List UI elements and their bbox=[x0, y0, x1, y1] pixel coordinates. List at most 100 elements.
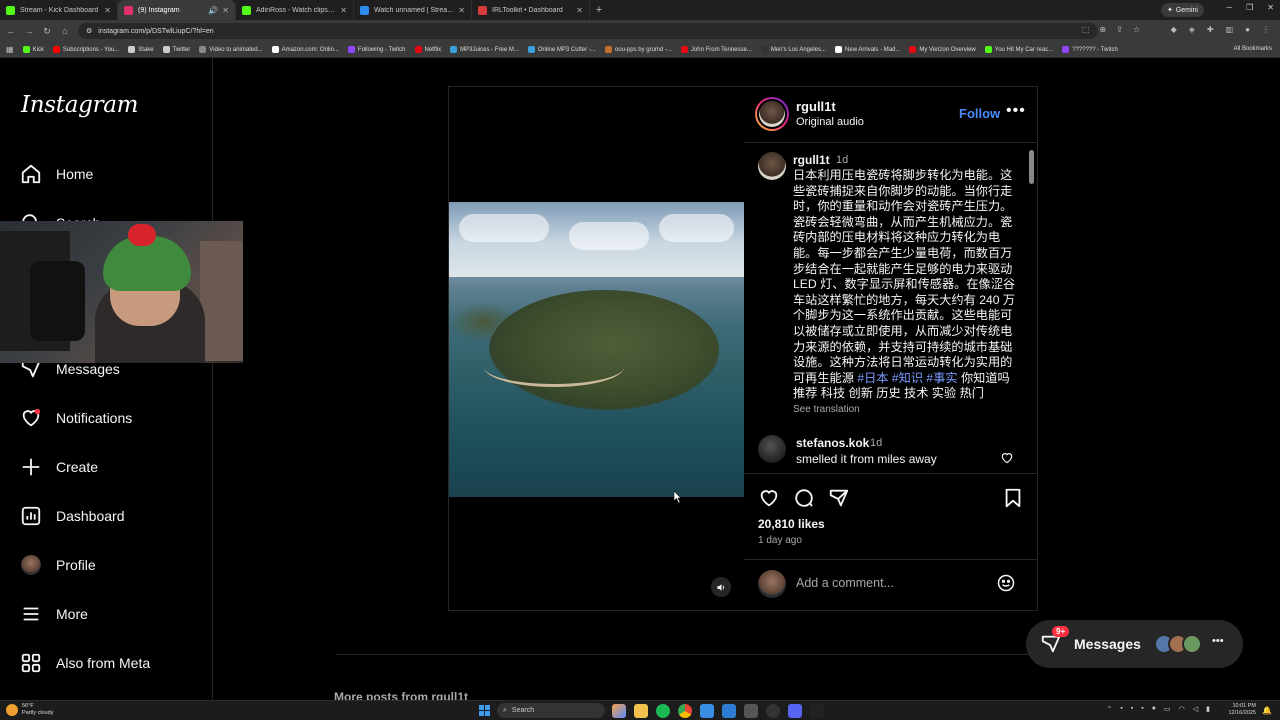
comment-input[interactable] bbox=[796, 572, 986, 594]
copilot-icon[interactable] bbox=[612, 704, 626, 718]
nav-more[interactable]: More bbox=[20, 602, 88, 626]
emoji-icon[interactable] bbox=[996, 573, 1016, 593]
comment-bubble-icon[interactable] bbox=[793, 487, 815, 509]
menu-dots-icon[interactable]: ⋮ bbox=[1262, 25, 1270, 34]
back-icon[interactable]: ← bbox=[6, 26, 16, 36]
bookmark-item[interactable]: Video to animated... bbox=[199, 46, 263, 53]
close-icon[interactable]: ✕ bbox=[104, 6, 111, 15]
bookmark-item[interactable]: You Hit My Car reac... bbox=[984, 46, 1053, 53]
nav-notifications[interactable]: Notifications bbox=[20, 406, 132, 430]
tab-irltoolkit[interactable]: IRLToolkit • Dashboard ✕ bbox=[472, 0, 590, 20]
nav-profile[interactable]: Profile bbox=[20, 553, 96, 577]
obs-icon[interactable] bbox=[766, 704, 780, 718]
apps-grid-icon[interactable]: ▦ bbox=[6, 45, 14, 54]
new-tab-button[interactable]: + bbox=[590, 4, 608, 16]
chevron-up-icon[interactable]: ⌃ bbox=[1106, 705, 1112, 713]
likes-count[interactable]: 20,810 likes bbox=[758, 517, 825, 531]
bookmark-item[interactable]: My Verizon Overview bbox=[909, 46, 976, 53]
weather-widget[interactable]: 56°F Partly cloudy bbox=[6, 703, 54, 717]
battery-icon[interactable]: ▮ bbox=[1206, 705, 1210, 713]
bookmark-item[interactable]: Following - Twitch bbox=[347, 46, 406, 53]
url-bar[interactable]: ⚙ instagram.com/p/DSTwlLiupC/?hl=en bbox=[78, 23, 1098, 39]
windows-start-icon[interactable] bbox=[479, 705, 490, 716]
tab-adinross-clips[interactable]: AdinRoss - Watch clips on Kick ✕ bbox=[236, 0, 354, 20]
app-icon[interactable] bbox=[722, 704, 736, 718]
bookmark-item[interactable]: oou-pps by grumd -... bbox=[604, 46, 672, 53]
bookmark-item[interactable]: MP3Juices - Free M... bbox=[450, 46, 519, 53]
close-window-icon[interactable]: ✕ bbox=[1267, 3, 1274, 12]
nav-home[interactable]: Home bbox=[20, 162, 93, 186]
zoom-icon[interactable]: ⊕ bbox=[1099, 25, 1106, 34]
extension-icon[interactable]: ◆ bbox=[1171, 25, 1177, 34]
bookmark-item[interactable]: Kick bbox=[22, 46, 44, 53]
like-heart-icon[interactable] bbox=[758, 487, 780, 509]
close-icon[interactable]: ✕ bbox=[458, 6, 465, 15]
bookmark-item[interactable]: Subscriptions - You... bbox=[52, 46, 119, 53]
nav-create[interactable]: Create bbox=[20, 455, 98, 479]
reload-icon[interactable]: ↻ bbox=[42, 26, 52, 37]
gemini-button[interactable]: ✦ Gemini bbox=[1160, 3, 1204, 17]
forward-icon[interactable]: → bbox=[24, 26, 34, 36]
extensions-puzzle-icon[interactable]: ✚ bbox=[1207, 25, 1214, 34]
display-icon[interactable]: ▭ bbox=[1164, 705, 1171, 713]
translate-icon[interactable]: ◈ bbox=[1189, 25, 1195, 34]
bookmark-item[interactable]: Amazon.com: Onlin... bbox=[271, 46, 339, 53]
nav-dashboard[interactable]: Dashboard bbox=[20, 504, 125, 528]
bookmark-item[interactable]: Online MP3 Cutter -... bbox=[527, 46, 596, 53]
bookmark-item[interactable]: John From Tennesse... bbox=[680, 46, 752, 53]
more-options-icon[interactable]: ••• bbox=[1006, 102, 1026, 120]
tab-instagram[interactable]: (9) Instagram 🔊 ✕ bbox=[118, 0, 236, 20]
commenter-avatar[interactable] bbox=[758, 435, 786, 463]
bookmark-star-icon[interactable]: ☆ bbox=[1133, 25, 1140, 34]
speaker-icon[interactable]: ◁ bbox=[1193, 705, 1198, 713]
speaker-icon[interactable]: 🔊 bbox=[208, 6, 218, 15]
post-media[interactable] bbox=[449, 87, 744, 610]
tab-kick-dashboard[interactable]: Stream - Kick Dashboard ✕ bbox=[0, 0, 118, 20]
minimize-icon[interactable]: ─ bbox=[1226, 3, 1232, 12]
app-icon[interactable] bbox=[810, 704, 824, 718]
video-frame[interactable] bbox=[449, 202, 744, 497]
bookmark-item[interactable]: Netflix bbox=[414, 46, 441, 53]
save-bookmark-icon[interactable] bbox=[1002, 487, 1024, 509]
file-explorer-icon[interactable] bbox=[634, 704, 648, 718]
comment-username[interactable]: stefanos.kok bbox=[796, 436, 869, 450]
bookmark-item[interactable]: Stake bbox=[128, 46, 154, 53]
maximize-icon[interactable]: ❐ bbox=[1246, 3, 1253, 12]
discord-icon[interactable] bbox=[788, 704, 802, 718]
author-avatar[interactable] bbox=[755, 97, 789, 131]
sidepanel-icon[interactable]: ▥ bbox=[1226, 25, 1234, 34]
bookmark-item[interactable]: New Arrivals - Mad... bbox=[835, 46, 900, 53]
photos-icon[interactable] bbox=[700, 704, 714, 718]
follow-button[interactable]: Follow bbox=[959, 106, 1000, 121]
close-icon[interactable]: ✕ bbox=[576, 6, 583, 15]
nav-also-from-meta[interactable]: Also from Meta bbox=[20, 651, 150, 675]
wifi-icon[interactable]: ◠ bbox=[1179, 705, 1185, 713]
comment-like-heart-icon[interactable] bbox=[1000, 451, 1014, 465]
all-bookmarks[interactable]: All Bookmarks bbox=[1234, 46, 1272, 52]
bookmark-item[interactable]: ??????? - Twitch bbox=[1062, 46, 1118, 53]
messages-floating-button[interactable]: 9+ Messages ••• bbox=[1026, 620, 1243, 668]
comments-scrollbar[interactable] bbox=[1029, 144, 1034, 474]
bookmark-item[interactable]: Twitter bbox=[162, 46, 190, 53]
spotify-icon[interactable] bbox=[656, 704, 670, 718]
app-icon[interactable] bbox=[744, 704, 758, 718]
home-icon[interactable]: ⌂ bbox=[60, 26, 70, 36]
tray-app-icon[interactable]: ▪ bbox=[1120, 705, 1122, 713]
profile-icon[interactable]: ● bbox=[1245, 25, 1250, 34]
instagram-logo[interactable]: Instagram bbox=[21, 92, 139, 118]
caption-username[interactable]: rgull1t bbox=[793, 153, 830, 167]
site-info-icon[interactable]: ⚙ bbox=[86, 27, 92, 35]
audio-link[interactable]: Original audio bbox=[796, 116, 864, 128]
caption-avatar[interactable] bbox=[758, 152, 786, 180]
share-icon[interactable]: ⇪ bbox=[1116, 25, 1123, 34]
close-icon[interactable]: ✕ bbox=[222, 6, 229, 15]
volume-icon[interactable] bbox=[711, 577, 731, 597]
author-username[interactable]: rgull1t bbox=[796, 99, 836, 114]
see-translation-link[interactable]: See translation bbox=[793, 404, 860, 415]
taskbar-search[interactable]: ⌕ Search bbox=[497, 703, 605, 718]
notification-bell-icon[interactable]: 🔔 bbox=[1262, 706, 1272, 715]
share-send-icon[interactable] bbox=[828, 487, 850, 509]
comments-scroll-area[interactable]: rgull1t 1d 日本利用压电瓷砖将脚步转化为电能。这些瓷砖捕捉来自你脚步的… bbox=[744, 144, 1037, 472]
bookmark-item[interactable]: Men's Los Angeles... bbox=[760, 46, 826, 53]
install-icon[interactable]: ⬚ bbox=[1082, 25, 1090, 34]
